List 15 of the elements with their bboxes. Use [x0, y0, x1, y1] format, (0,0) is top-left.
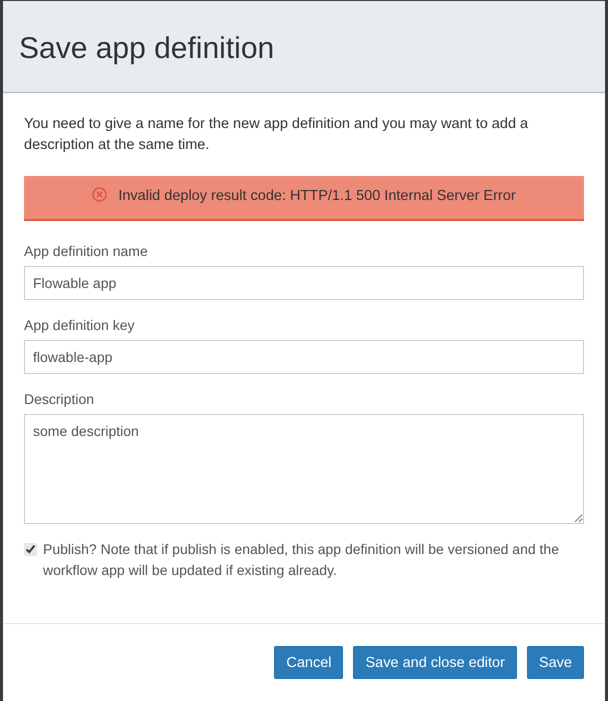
text-input[interactable]: Flowable app — [24, 266, 584, 300]
description-textarea[interactable]: some description — [24, 414, 584, 524]
circle-x-icon — [92, 186, 108, 202]
intro-text: You need to give a name for the new app definition and you may want to add a description at the same time. — [24, 115, 530, 155]
action-button[interactable]: Cancel — [274, 646, 344, 679]
alert-message: Invalid deploy result code: HTTP/1.1 500 Internal Server Error — [118, 187, 516, 206]
dialog-title: Save app definition — [19, 30, 274, 66]
publish-checkbox[interactable] — [24, 543, 37, 556]
text-input[interactable]: flowable-app — [24, 340, 584, 374]
action-button[interactable]: Save — [526, 646, 584, 679]
field-label: App definition key — [24, 316, 136, 335]
action-button[interactable]: Save and close editor — [353, 646, 517, 679]
field-label: Description — [24, 390, 96, 409]
checkbox-label: Publish? Note that if publish is enabled, this app definition will be versioned and the workflow app will be updated if existing already. — [43, 540, 560, 580]
field-label: App definition name — [24, 242, 149, 261]
